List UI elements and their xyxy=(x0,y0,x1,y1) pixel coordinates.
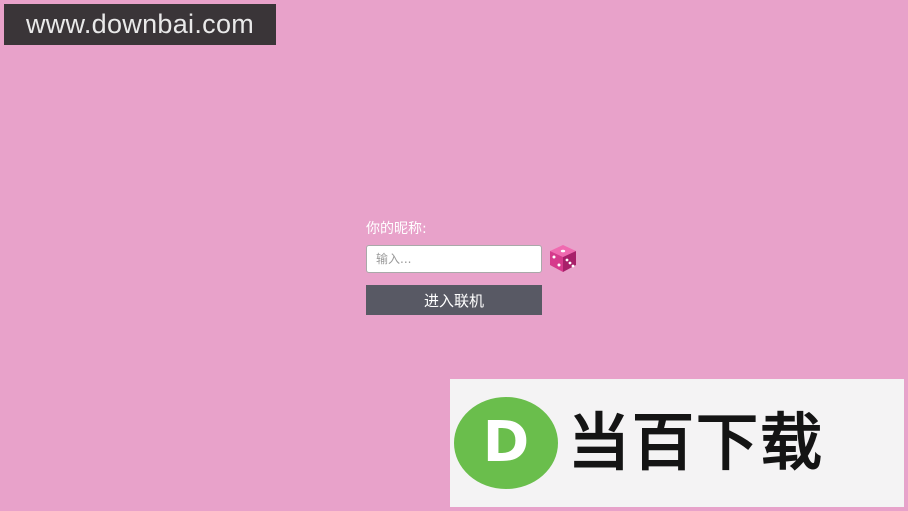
enter-online-button[interactable]: 进入联机 xyxy=(366,285,542,315)
site-watermark: www.downbai.com xyxy=(4,4,276,45)
brand-name: 当百下载 xyxy=(568,406,825,479)
brand-logo-letter: D xyxy=(483,410,529,475)
brand-watermark-banner: D 当百下载 xyxy=(450,379,904,507)
dice-icon[interactable] xyxy=(548,243,578,273)
nickname-input[interactable] xyxy=(366,245,542,273)
nickname-label: 你的昵称: xyxy=(366,221,427,237)
brand-logo-icon: D xyxy=(454,397,558,489)
site-watermark-url: www.downbai.com xyxy=(25,9,255,39)
